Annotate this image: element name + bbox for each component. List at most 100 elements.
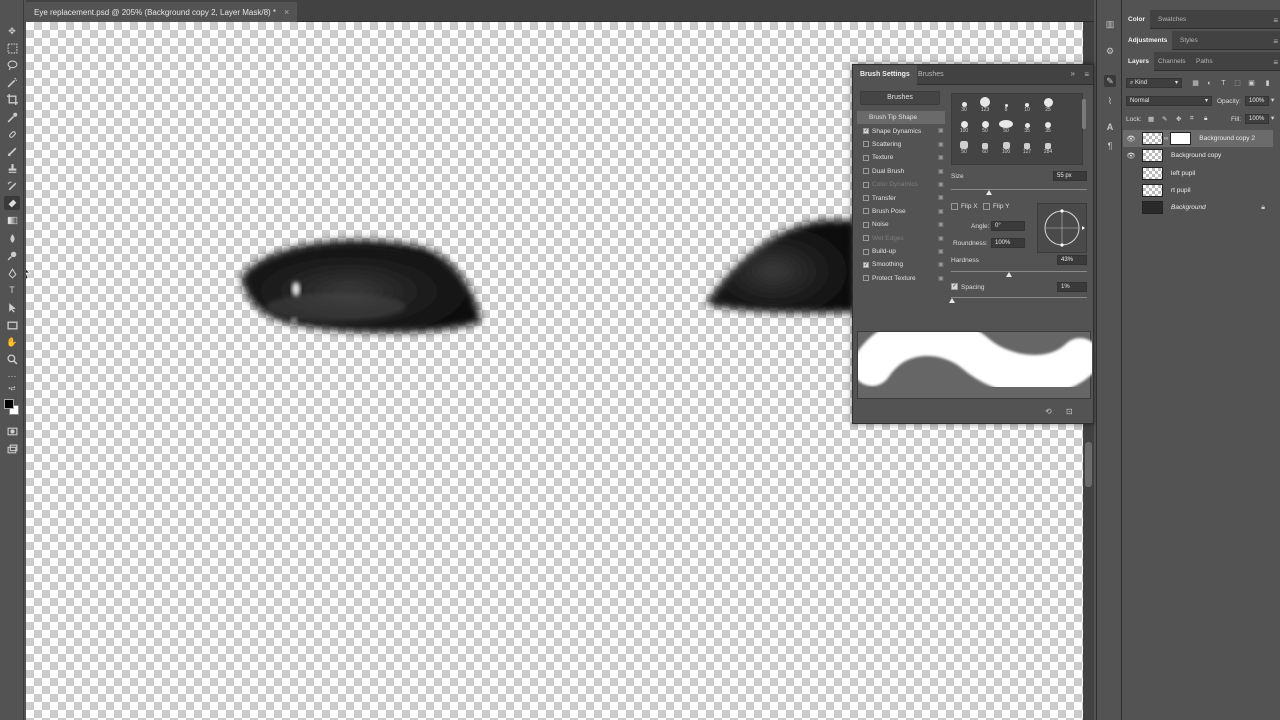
layer-row[interactable]: left pupil	[1123, 165, 1273, 182]
magic-wand-tool-icon[interactable]	[4, 75, 20, 89]
option-checkbox[interactable]: ✓	[863, 261, 869, 268]
scrollbar-thumb[interactable]	[1085, 442, 1092, 487]
lock-icon[interactable]: ▣	[938, 181, 944, 188]
brush-option-brush-pose[interactable]: Brush Pose ▣	[857, 205, 945, 218]
lock-transparent-pixels-icon[interactable]: ▦	[1148, 115, 1154, 123]
layer-thumbnail[interactable]	[1142, 132, 1163, 145]
document-tab[interactable]: Eye replacement.psd @ 205% (Background c…	[26, 2, 298, 22]
option-checkbox[interactable]: ✓	[863, 128, 869, 135]
lock-icon[interactable]: ▣	[938, 168, 944, 175]
clone-stamp-tool-icon[interactable]	[4, 161, 20, 175]
brush-preset[interactable]: 50	[975, 117, 995, 134]
preset-grid-scrollbar[interactable]	[1081, 95, 1087, 163]
new-brush-icon[interactable]: ⊡	[1066, 407, 1076, 417]
tab-layers[interactable]: Layers	[1123, 52, 1154, 71]
roundness-field[interactable]: 100%	[991, 238, 1025, 248]
close-icon[interactable]: ×	[284, 7, 289, 17]
hardness-slider-track[interactable]	[951, 271, 1087, 272]
brush-option-scattering[interactable]: Scattering ▣	[857, 138, 945, 151]
filter-toggle-icon[interactable]: ▮	[1263, 79, 1272, 88]
brush-option-smoothing[interactable]: ✓ Smoothing ▣	[857, 258, 945, 271]
fill-field[interactable]: 100%	[1245, 114, 1269, 124]
brush-settings-panel-icon[interactable]: ✎	[1104, 75, 1116, 87]
lock-icon[interactable]: ▣	[938, 208, 944, 215]
tab-color[interactable]: Color	[1123, 10, 1150, 29]
spacing-checkbox[interactable]: ✓	[951, 283, 958, 290]
chevron-down-icon[interactable]: ▾	[1271, 96, 1274, 104]
layer-thumbnail[interactable]	[1142, 201, 1163, 215]
layer-thumbnail[interactable]	[1142, 149, 1163, 163]
lock-icon[interactable]: ▣	[938, 154, 944, 161]
option-checkbox[interactable]	[863, 168, 869, 175]
spacing-slider-track[interactable]	[951, 297, 1087, 298]
lock-position-icon[interactable]: ✥	[1176, 115, 1181, 123]
brush-option-brush-tip-shape[interactable]: Brush Tip Shape	[857, 111, 945, 125]
character-panel-icon[interactable]: A	[1104, 121, 1116, 133]
option-checkbox[interactable]	[863, 221, 869, 228]
lock-icon[interactable]: ▣	[938, 141, 944, 148]
mask-link-icon[interactable]: ∞	[1164, 136, 1168, 142]
size-field[interactable]: 55 px	[1053, 171, 1087, 181]
brush-preset[interactable]: 127	[1017, 138, 1037, 155]
brush-option-texture[interactable]: Texture ▣	[857, 151, 945, 164]
brush-preset[interactable]: 8	[996, 96, 1016, 113]
brush-preset[interactable]: 100	[954, 117, 974, 134]
tab-brushes[interactable]: Brushes	[911, 65, 951, 85]
brush-option-build-up[interactable]: Build-up ▣	[857, 245, 945, 258]
option-checkbox[interactable]	[863, 235, 869, 242]
brush-option-noise[interactable]: Noise ▣	[857, 218, 945, 231]
brush-preset[interactable]: 25	[1038, 96, 1058, 113]
flip-x-checkbox[interactable]	[951, 203, 958, 210]
pen-tool-icon[interactable]	[4, 266, 20, 280]
scrollbar-thumb[interactable]	[1082, 99, 1086, 129]
option-checkbox[interactable]	[863, 181, 869, 188]
option-checkbox[interactable]	[863, 154, 869, 161]
hardness-field[interactable]: 43%	[1057, 255, 1087, 265]
brush-preset[interactable]: 30	[954, 96, 974, 113]
gradient-tool-icon[interactable]	[4, 213, 20, 227]
lock-icon[interactable]: 🔒︎	[1261, 204, 1265, 212]
brush-preset[interactable]: 60	[975, 138, 995, 155]
brushes-panel-icon[interactable]: ⌇	[1104, 95, 1116, 107]
smart-object-filter-icon[interactable]: ▣	[1247, 79, 1256, 88]
layer-thumbnail[interactable]	[1142, 183, 1163, 197]
hand-tool-icon[interactable]: ✋	[4, 335, 20, 349]
brush-option-protect-texture[interactable]: Protect Texture ▣	[857, 272, 945, 285]
lasso-tool-icon[interactable]	[4, 58, 20, 72]
brushes-button[interactable]: Brushes	[860, 91, 940, 105]
path-selection-tool-icon[interactable]	[4, 300, 20, 314]
panel-menu-icon[interactable]: ≡	[1273, 16, 1278, 25]
lock-icon[interactable]: ▣	[938, 275, 944, 282]
quick-mask-icon[interactable]	[4, 424, 20, 438]
type-layer-filter-icon[interactable]: T	[1219, 79, 1228, 88]
visibility-eye-icon[interactable]: 👁︎	[1123, 135, 1139, 143]
lock-icon[interactable]: ▣	[938, 261, 944, 268]
properties-panel-icon[interactable]: ⚙	[1104, 45, 1116, 57]
hardness-slider-knob[interactable]	[1006, 272, 1013, 277]
tab-channels[interactable]: Channels	[1153, 52, 1190, 71]
option-checkbox[interactable]	[863, 195, 869, 202]
lock-image-pixels-icon[interactable]: ✎	[1162, 115, 1167, 123]
healing-brush-tool-icon[interactable]	[4, 127, 20, 141]
size-slider-knob[interactable]	[986, 190, 993, 195]
marquee-tool-icon[interactable]	[4, 41, 20, 55]
paragraph-panel-icon[interactable]: ¶	[1104, 140, 1116, 152]
brush-preset-grid[interactable]: 30 123 8 10 25 100 50 50 35 35 50 60 100 127 284	[951, 93, 1083, 165]
brush-tool-icon[interactable]	[4, 144, 20, 158]
rectangle-tool-icon[interactable]	[4, 318, 20, 332]
move-tool-icon[interactable]: ✥	[4, 24, 20, 38]
brush-preset[interactable]: 123	[975, 96, 995, 113]
panel-menu-icon[interactable]: ≡	[1273, 58, 1278, 67]
brush-preset[interactable]: 10	[1017, 96, 1037, 113]
shape-layer-filter-icon[interactable]: ⬚	[1233, 79, 1242, 88]
history-brush-tool-icon[interactable]	[4, 179, 20, 193]
screen-mode-icon[interactable]	[4, 442, 20, 456]
more-tools-icon[interactable]: ···	[4, 369, 20, 383]
zoom-tool-icon[interactable]	[4, 352, 20, 366]
toggle-live-tip-preview-icon[interactable]: ⟲	[1045, 407, 1055, 417]
brush-preset[interactable]: 35	[1038, 117, 1058, 134]
option-checkbox[interactable]	[863, 208, 869, 215]
layer-thumbnail[interactable]	[1142, 166, 1163, 180]
eyedropper-tool-icon[interactable]	[4, 110, 20, 124]
crop-tool-icon[interactable]	[4, 92, 20, 106]
